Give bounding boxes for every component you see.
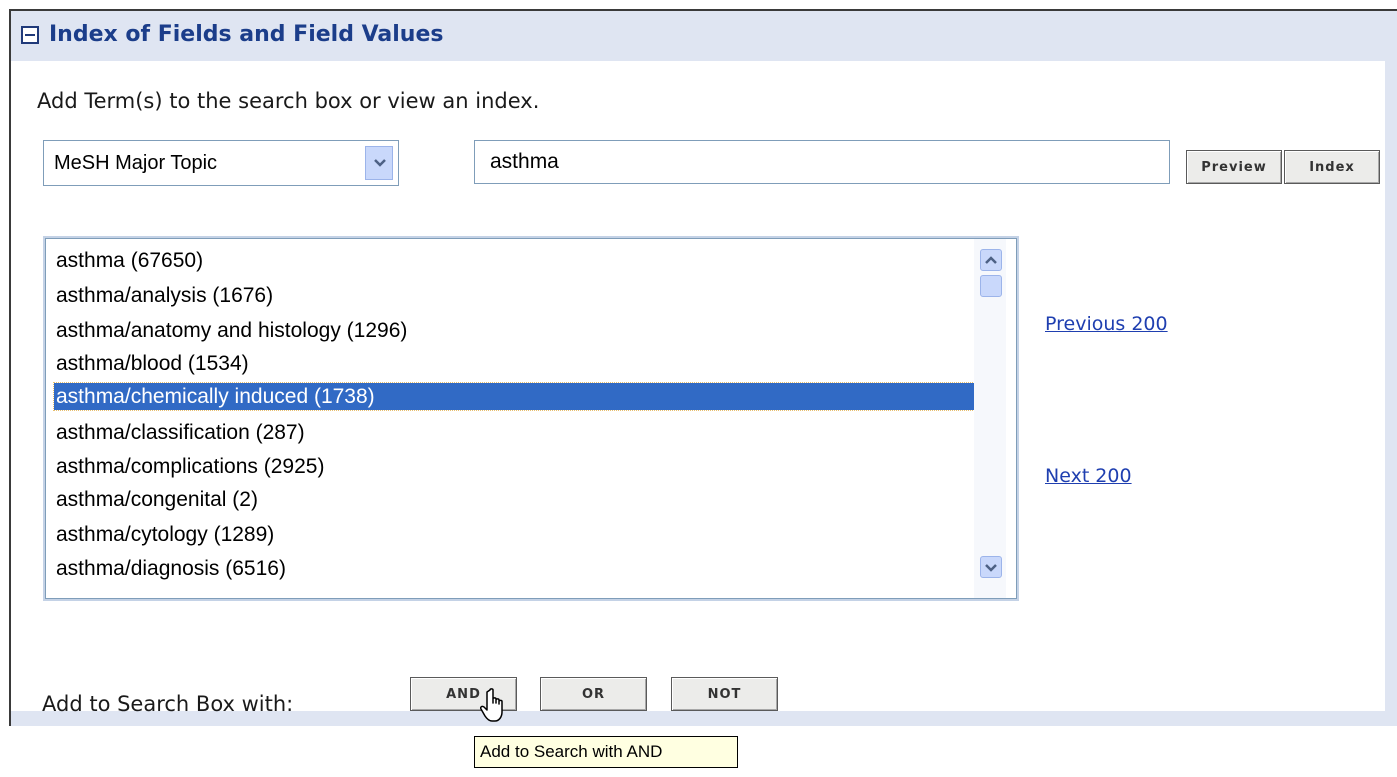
- list-item[interactable]: asthma/anatomy and histology (1296): [54, 317, 974, 344]
- index-button[interactable]: Index: [1284, 150, 1380, 184]
- scrollbar-thumb[interactable]: [980, 275, 1002, 297]
- results-listbox[interactable]: asthma (67650) asthma/analysis (1676) as…: [43, 236, 1019, 601]
- list-item[interactable]: asthma/cytology (1289): [54, 521, 974, 548]
- list-item[interactable]: asthma (67650): [54, 247, 974, 274]
- list-item[interactable]: asthma/complications (2925): [54, 453, 974, 480]
- panel-title: Index of Fields and Field Values: [49, 22, 444, 47]
- hand-pointer-icon: [480, 688, 503, 722]
- not-button[interactable]: NOT: [671, 677, 778, 711]
- list-item[interactable]: asthma/analysis (1676): [54, 282, 974, 309]
- next-200-link[interactable]: Next 200: [1045, 465, 1132, 487]
- field-select-value: MeSH Major Topic: [54, 152, 218, 174]
- list-item[interactable]: asthma/diagnosis (6516): [54, 555, 974, 582]
- tooltip: Add to Search with AND: [474, 736, 738, 768]
- preview-button[interactable]: Preview: [1186, 150, 1282, 184]
- chevron-down-icon[interactable]: [980, 556, 1002, 578]
- panel-header: Index of Fields and Field Values: [11, 11, 1397, 61]
- chevron-up-icon[interactable]: [980, 249, 1002, 271]
- instructions-text: Add Term(s) to the search box or view an…: [37, 89, 540, 113]
- list-item-selected[interactable]: asthma/chemically induced (1738): [53, 382, 975, 411]
- or-button[interactable]: OR: [540, 677, 647, 711]
- list-item[interactable]: asthma/congenital (2): [54, 486, 974, 513]
- chevron-down-icon[interactable]: [365, 146, 393, 180]
- list-item[interactable]: asthma/classification (287): [54, 419, 974, 446]
- previous-200-link[interactable]: Previous 200: [1045, 313, 1168, 335]
- list-scrollbar[interactable]: [974, 239, 1006, 598]
- search-input[interactable]: [474, 140, 1170, 184]
- list-item[interactable]: asthma/blood (1534): [54, 350, 974, 377]
- field-select[interactable]: MeSH Major Topic: [43, 140, 399, 186]
- index-panel: Index of Fields and Field Values Add Ter…: [9, 9, 1397, 726]
- minus-box-icon[interactable]: [21, 26, 39, 44]
- add-to-search-label: Add to Search Box with:: [42, 692, 294, 716]
- panel-frame-right: [1385, 61, 1397, 726]
